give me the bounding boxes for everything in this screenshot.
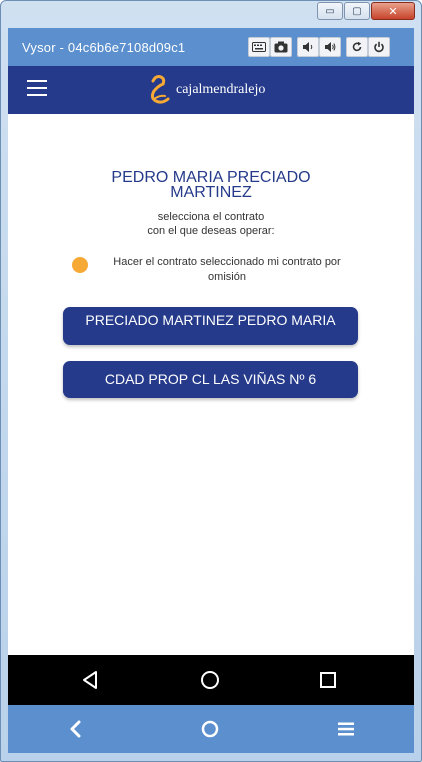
power-icon[interactable] <box>368 37 390 57</box>
home-icon[interactable] <box>200 670 220 690</box>
maximize-button[interactable]: ▢ <box>344 2 370 20</box>
keyboard-icon[interactable] <box>248 37 270 57</box>
vysor-toolbar: Vysor - 04c6b6e7108d09c1 <box>8 28 414 66</box>
brand-logo: cajalmendralejo <box>148 70 265 110</box>
recents-icon[interactable] <box>318 670 338 690</box>
close-button[interactable]: ✕ <box>371 2 415 20</box>
window-title: Vysor - 04c6b6e7108d09c1 <box>22 39 186 55</box>
brand-name: cajalmendralejo <box>176 82 266 97</box>
default-contract-radio[interactable] <box>72 257 88 273</box>
instruction-text: selecciona el contrato con el que deseas… <box>98 210 324 238</box>
user-name: PEDRO MARIA PRECIADO MARTINEZ <box>111 169 311 201</box>
hamburger-menu-icon[interactable] <box>27 80 47 96</box>
tool-group-capture <box>248 37 292 57</box>
home-circle-icon[interactable] <box>200 719 220 739</box>
window-titlebar[interactable]: ▭ ▢ ✕ <box>1 1 421 27</box>
camera-icon[interactable] <box>270 37 292 57</box>
vysor-bottom-bar <box>8 705 414 753</box>
contract-selection-screen: PEDRO MARIA PRECIADO MARTINEZ selecciona… <box>8 114 414 655</box>
contract-button-1[interactable]: PRECIADO MARTINEZ PEDRO MARIA <box>63 307 358 345</box>
app-header: cajalmendralejo <box>8 66 414 114</box>
vysor-tools <box>243 37 390 57</box>
window-controls: ▭ ▢ ✕ <box>316 2 415 20</box>
tool-group-device <box>346 37 390 57</box>
caja-logo-icon <box>150 75 170 104</box>
menu-icon[interactable] <box>336 719 356 739</box>
back-icon[interactable] <box>81 670 101 690</box>
contract-button-2[interactable]: CDAD PROP CL LAS VIÑAS Nº 6 <box>63 361 358 398</box>
rotate-icon[interactable] <box>346 37 368 57</box>
tool-group-volume <box>297 37 341 57</box>
back-chevron-icon[interactable] <box>66 719 86 739</box>
volume-up-icon[interactable] <box>319 37 341 57</box>
instruction-line-1: selecciona el contrato <box>157 211 265 223</box>
volume-down-icon[interactable] <box>297 37 319 57</box>
instruction-line-2: con el que deseas operar: <box>147 225 275 237</box>
default-contract-option[interactable]: Hacer el contrato seleccionado mi contra… <box>72 255 362 285</box>
default-contract-label: Hacer el contrato seleccionado mi contra… <box>113 256 341 283</box>
minimize-button[interactable]: ▭ <box>317 2 343 20</box>
android-nav-bar <box>8 655 414 705</box>
